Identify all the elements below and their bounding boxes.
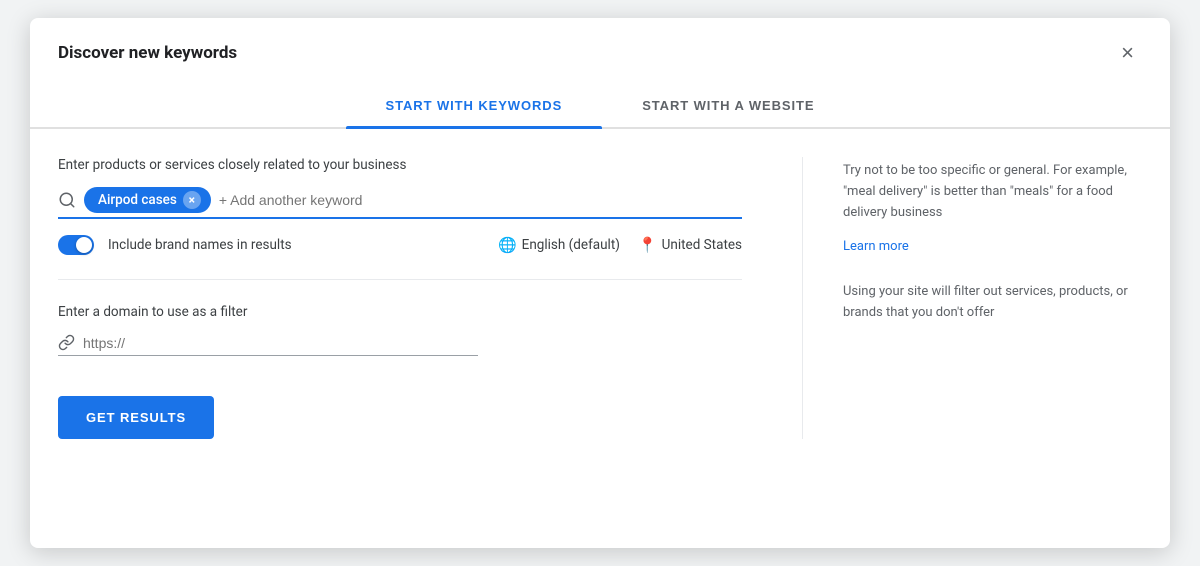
chip-label: Airpod cases <box>98 192 177 208</box>
keyword-chip: Airpod cases × <box>84 187 211 213</box>
brand-names-toggle[interactable] <box>58 235 94 255</box>
right-panel: Try not to be too specific or general. F… <box>802 157 1142 439</box>
domain-input[interactable] <box>83 335 478 351</box>
toggle-row: Include brand names in results 🌐 English… <box>58 235 742 255</box>
language-label: English (default) <box>522 237 620 253</box>
chip-remove-button[interactable]: × <box>183 191 201 209</box>
get-results-button[interactable]: GET RESULTS <box>58 396 214 439</box>
link-icon <box>58 334 75 351</box>
language-selector[interactable]: 🌐 English (default) <box>498 236 620 254</box>
locale-row: 🌐 English (default) 📍 United States <box>498 236 742 254</box>
keyword-input-row: Airpod cases × <box>58 187 742 219</box>
main-content: Enter products or services closely relat… <box>30 129 1170 463</box>
toggle-label: Include brand names in results <box>108 237 292 253</box>
location-pin-icon: 📍 <box>638 236 657 254</box>
domain-section-label: Enter a domain to use as a filter <box>58 304 742 320</box>
globe-icon: 🌐 <box>498 236 517 254</box>
location-label: United States <box>662 237 742 253</box>
tab-start-with-keywords[interactable]: START WITH KEYWORDS <box>346 84 603 127</box>
tabs-container: START WITH KEYWORDS START WITH A WEBSITE <box>30 84 1170 129</box>
tab-start-with-website[interactable]: START WITH A WEBSITE <box>602 84 854 127</box>
domain-hint-text: Using your site will filter out services… <box>843 282 1142 324</box>
dialog-header: Discover new keywords × <box>30 18 1170 68</box>
domain-input-row <box>58 334 478 356</box>
keywords-section: Enter products or services closely relat… <box>58 157 742 255</box>
domain-section: Enter a domain to use as a filter <box>58 304 742 356</box>
divider <box>58 279 742 280</box>
keywords-section-label: Enter products or services closely relat… <box>58 157 742 173</box>
discover-keywords-dialog: Discover new keywords × START WITH KEYWO… <box>30 18 1170 548</box>
location-selector[interactable]: 📍 United States <box>638 236 742 254</box>
dialog-title: Discover new keywords <box>58 43 237 63</box>
search-icon <box>58 191 76 209</box>
left-panel: Enter products or services closely relat… <box>58 157 802 439</box>
keywords-hint-text: Try not to be too specific or general. F… <box>843 161 1142 223</box>
add-keyword-input[interactable] <box>219 192 742 208</box>
close-button[interactable]: × <box>1113 38 1142 68</box>
learn-more-link[interactable]: Learn more <box>843 239 909 254</box>
